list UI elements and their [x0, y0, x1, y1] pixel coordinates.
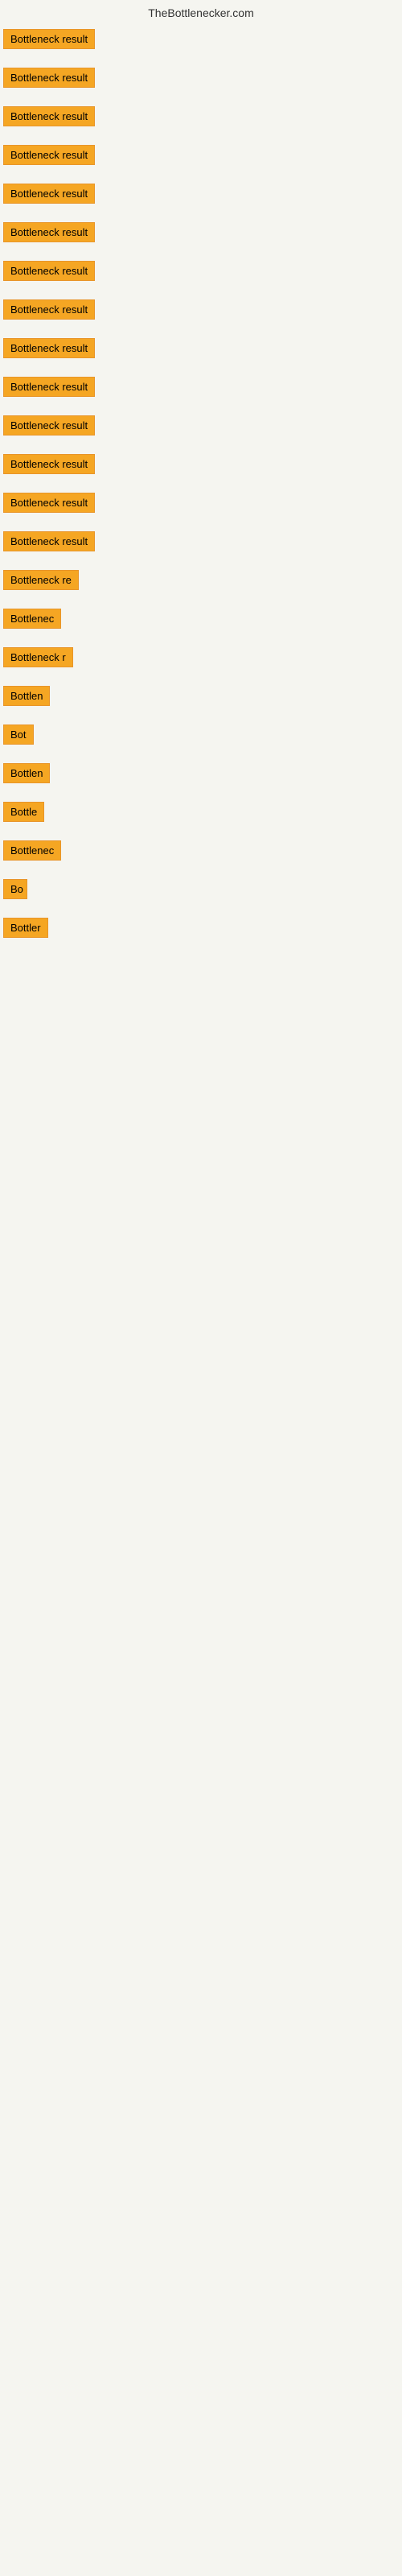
list-item: Bottleneck result: [0, 299, 402, 324]
list-item: Bottleneck result: [0, 531, 402, 555]
list-item: Bottleneck result: [0, 29, 402, 53]
bottleneck-result-badge[interactable]: Bottlen: [3, 763, 50, 783]
list-item: Bottleneck re: [0, 570, 402, 594]
list-item: Bottlenec: [0, 840, 402, 865]
bottleneck-result-badge[interactable]: Bottleneck result: [3, 454, 95, 474]
list-item: Bottleneck result: [0, 68, 402, 92]
bottleneck-result-badge[interactable]: Bottleneck result: [3, 338, 95, 358]
list-item: Bottleneck result: [0, 261, 402, 285]
list-item: Bottlen: [0, 686, 402, 710]
bottleneck-result-badge[interactable]: Bottlenec: [3, 609, 61, 629]
bottleneck-result-badge[interactable]: Bottleneck result: [3, 299, 95, 320]
bottleneck-result-badge[interactable]: Bot: [3, 724, 34, 745]
bottleneck-result-badge[interactable]: Bottleneck result: [3, 184, 95, 204]
bottleneck-result-badge[interactable]: Bottlen: [3, 686, 50, 706]
list-item: Bottleneck result: [0, 222, 402, 246]
bottleneck-result-badge[interactable]: Bottleneck result: [3, 377, 95, 397]
list-item: Bottleneck result: [0, 415, 402, 440]
list-item: Bottleneck r: [0, 647, 402, 671]
list-item: Bottleneck result: [0, 454, 402, 478]
bottleneck-result-badge[interactable]: Bottleneck result: [3, 68, 95, 88]
bottleneck-result-badge[interactable]: Bottle: [3, 802, 44, 822]
list-item: Bot: [0, 724, 402, 749]
bottleneck-result-badge[interactable]: Bottleneck result: [3, 531, 95, 551]
list-item: Bottleneck result: [0, 493, 402, 517]
list-item: Bottler: [0, 918, 402, 942]
bottleneck-result-badge[interactable]: Bottleneck result: [3, 222, 95, 242]
bottleneck-result-badge[interactable]: Bottler: [3, 918, 48, 938]
list-item: Bottleneck result: [0, 106, 402, 130]
site-title: TheBottlenecker.com: [0, 0, 402, 29]
bottleneck-result-badge[interactable]: Bo: [3, 879, 27, 899]
bottleneck-result-badge[interactable]: Bottleneck result: [3, 415, 95, 436]
bottleneck-result-badge[interactable]: Bottleneck result: [3, 106, 95, 126]
list-item: Bottleneck result: [0, 145, 402, 169]
bottleneck-result-badge[interactable]: Bottleneck result: [3, 29, 95, 49]
list-item: Bottle: [0, 802, 402, 826]
bottleneck-result-badge[interactable]: Bottleneck r: [3, 647, 73, 667]
list-item: Bottleneck result: [0, 338, 402, 362]
list-item: Bottlen: [0, 763, 402, 787]
bottleneck-result-badge[interactable]: Bottleneck result: [3, 145, 95, 165]
bottleneck-result-badge[interactable]: Bottleneck re: [3, 570, 79, 590]
list-item: Bottleneck result: [0, 377, 402, 401]
bottleneck-result-badge[interactable]: Bottleneck result: [3, 261, 95, 281]
list-item: Bo: [0, 879, 402, 903]
list-item: Bottleneck result: [0, 184, 402, 208]
bottleneck-result-badge[interactable]: Bottleneck result: [3, 493, 95, 513]
list-item: Bottlenec: [0, 609, 402, 633]
bottleneck-result-badge[interactable]: Bottlenec: [3, 840, 61, 861]
